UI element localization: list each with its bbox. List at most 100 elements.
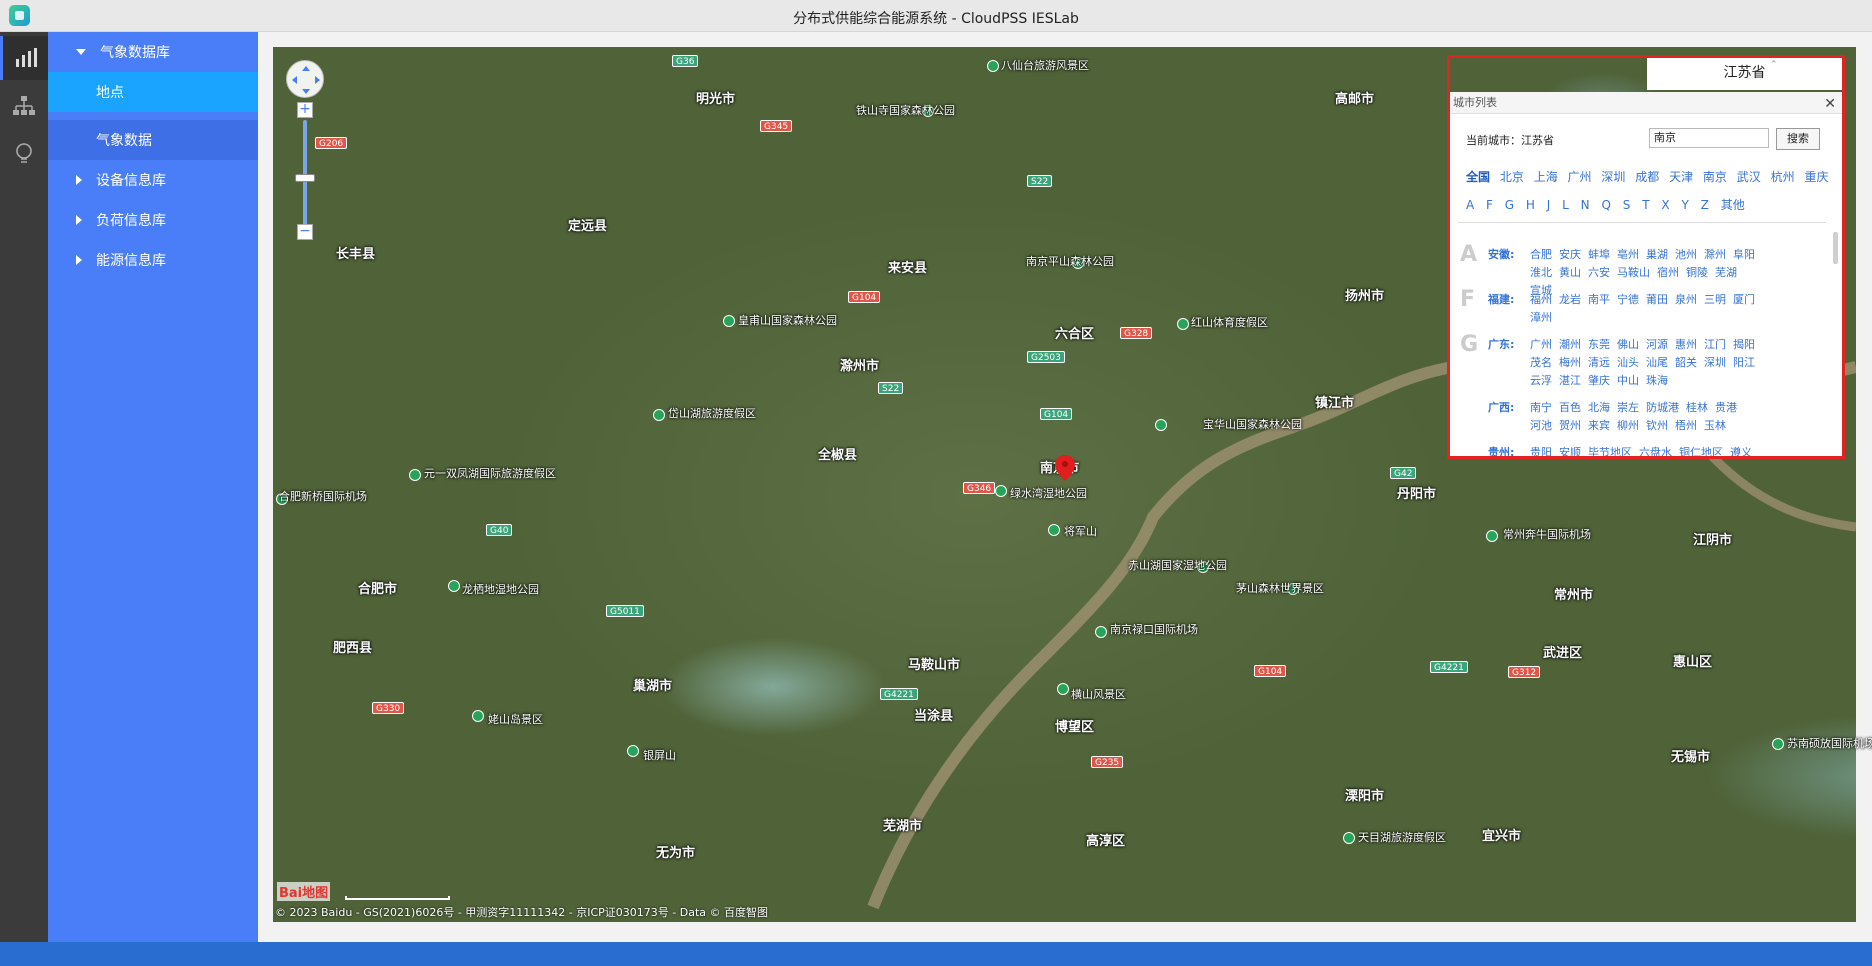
city-link[interactable]: 韶关 xyxy=(1675,354,1697,372)
poi-marker[interactable] xyxy=(472,710,484,722)
city-link[interactable]: 阜阳 xyxy=(1733,246,1755,264)
province-name[interactable]: 广东: xyxy=(1488,336,1514,352)
poi-marker[interactable] xyxy=(1343,832,1355,844)
hot-city-link[interactable]: 武汉 xyxy=(1737,170,1761,184)
city-link[interactable]: 福州 xyxy=(1530,291,1552,309)
city-link[interactable]: 淮北 xyxy=(1530,264,1552,282)
scrollbar-thumb[interactable] xyxy=(1833,232,1838,264)
poi-marker[interactable] xyxy=(448,580,460,592)
city-link[interactable]: 厦门 xyxy=(1733,291,1755,309)
city-link[interactable]: 湛江 xyxy=(1559,372,1581,390)
nav-equipment-database[interactable]: 设备信息库 xyxy=(48,160,258,200)
search-button[interactable]: 搜索 xyxy=(1776,128,1820,150)
city-link[interactable]: 漳州 xyxy=(1530,309,1552,327)
letter-link[interactable]: Y xyxy=(1681,198,1688,212)
city-link[interactable]: 云浮 xyxy=(1530,372,1552,390)
poi-marker[interactable] xyxy=(409,469,421,481)
poi-marker[interactable] xyxy=(1155,419,1167,431)
letter-link[interactable]: 其他 xyxy=(1721,198,1745,212)
nav-weather-data[interactable]: 气象数据 xyxy=(48,120,258,160)
province-dropdown[interactable]: 江苏省 xyxy=(1647,58,1842,90)
city-link[interactable]: 铜陵 xyxy=(1686,264,1708,282)
city-link[interactable]: 钦州 xyxy=(1646,417,1668,435)
pan-control[interactable] xyxy=(286,60,324,98)
hot-city-link[interactable]: 南京 xyxy=(1703,170,1727,184)
hot-city-link[interactable]: 杭州 xyxy=(1771,170,1795,184)
poi-marker[interactable] xyxy=(723,315,735,327)
poi-marker[interactable] xyxy=(995,485,1007,497)
city-link[interactable]: 巢湖 xyxy=(1646,246,1668,264)
hot-city-link[interactable]: 北京 xyxy=(1500,170,1524,184)
city-link[interactable]: 崇左 xyxy=(1617,399,1639,417)
nav-energy-database[interactable]: 能源信息库 xyxy=(48,240,258,280)
chart-icon[interactable] xyxy=(0,36,48,80)
city-link[interactable]: 贵港 xyxy=(1715,399,1737,417)
zoom-out-button[interactable]: − xyxy=(297,224,313,240)
poi-marker[interactable] xyxy=(653,409,665,421)
city-link[interactable]: 亳州 xyxy=(1617,246,1639,264)
hot-city-link[interactable]: 全国 xyxy=(1466,170,1490,184)
city-link[interactable]: 梅州 xyxy=(1559,354,1581,372)
airport-icon[interactable] xyxy=(1486,530,1498,542)
letter-link[interactable]: T xyxy=(1642,198,1649,212)
city-link[interactable]: 泉州 xyxy=(1675,291,1697,309)
city-link[interactable]: 河池 xyxy=(1530,417,1552,435)
city-link[interactable]: 深圳 xyxy=(1704,354,1726,372)
city-link[interactable]: 池州 xyxy=(1675,246,1697,264)
city-link[interactable]: 合肥 xyxy=(1530,246,1552,264)
city-link[interactable]: 北海 xyxy=(1588,399,1610,417)
city-link[interactable]: 芜湖 xyxy=(1715,264,1737,282)
close-icon[interactable]: ✕ xyxy=(1824,93,1836,115)
poi-marker[interactable] xyxy=(1177,318,1189,330)
zoom-slider-handle[interactable] xyxy=(295,174,315,182)
hot-city-link[interactable]: 深圳 xyxy=(1601,170,1625,184)
hot-city-link[interactable]: 上海 xyxy=(1534,170,1558,184)
city-search-input[interactable]: 南京 xyxy=(1649,128,1769,148)
city-link[interactable]: 南宁 xyxy=(1530,399,1552,417)
network-icon[interactable] xyxy=(0,84,48,128)
city-link[interactable]: 桂林 xyxy=(1686,399,1708,417)
city-link[interactable]: 汕尾 xyxy=(1646,354,1668,372)
city-link[interactable]: 黄山 xyxy=(1559,264,1581,282)
nav-location[interactable]: 地点 xyxy=(48,72,258,112)
letter-link[interactable]: J xyxy=(1547,198,1551,212)
letter-link[interactable]: S xyxy=(1623,198,1631,212)
city-link[interactable]: 佛山 xyxy=(1617,336,1639,354)
poi-marker[interactable] xyxy=(1048,524,1060,536)
city-link[interactable]: 江门 xyxy=(1704,336,1726,354)
city-link[interactable]: 广州 xyxy=(1530,336,1552,354)
letter-link[interactable]: A xyxy=(1466,198,1474,212)
poi-marker[interactable] xyxy=(627,745,639,757)
city-link[interactable]: 河源 xyxy=(1646,336,1668,354)
city-link[interactable]: 玉林 xyxy=(1704,417,1726,435)
letter-link[interactable]: N xyxy=(1581,198,1590,212)
hot-city-link[interactable]: 成都 xyxy=(1635,170,1659,184)
airport-icon[interactable] xyxy=(1772,738,1784,750)
city-link[interactable]: 珠海 xyxy=(1646,372,1668,390)
city-link[interactable]: 梧州 xyxy=(1675,417,1697,435)
poi-marker[interactable] xyxy=(987,60,999,72)
city-link[interactable]: 潮州 xyxy=(1559,336,1581,354)
letter-link[interactable]: L xyxy=(1562,198,1569,212)
nav-weather-database[interactable]: 气象数据库 xyxy=(48,32,258,72)
city-link[interactable]: 南平 xyxy=(1588,291,1610,309)
city-link[interactable]: 六安 xyxy=(1588,264,1610,282)
letter-link[interactable]: Z xyxy=(1701,198,1709,212)
city-link[interactable]: 揭阳 xyxy=(1733,336,1755,354)
city-link[interactable]: 安顺 xyxy=(1559,444,1581,456)
city-link[interactable]: 六盘水 xyxy=(1639,444,1672,456)
city-link[interactable]: 宁德 xyxy=(1617,291,1639,309)
city-link[interactable]: 安庆 xyxy=(1559,246,1581,264)
city-link[interactable]: 毕节地区 xyxy=(1588,444,1632,456)
city-link[interactable]: 贵阳 xyxy=(1530,444,1552,456)
city-link[interactable]: 惠州 xyxy=(1675,336,1697,354)
city-link[interactable]: 遵义 xyxy=(1730,444,1752,456)
province-name[interactable]: 广西: xyxy=(1488,399,1514,415)
city-link[interactable]: 贺州 xyxy=(1559,417,1581,435)
city-link[interactable]: 铜仁地区 xyxy=(1679,444,1723,456)
city-link[interactable]: 柳州 xyxy=(1617,417,1639,435)
letter-link[interactable]: G xyxy=(1505,198,1514,212)
province-name[interactable]: 福建: xyxy=(1488,291,1514,307)
city-link[interactable]: 百色 xyxy=(1559,399,1581,417)
letter-link[interactable]: X xyxy=(1661,198,1669,212)
